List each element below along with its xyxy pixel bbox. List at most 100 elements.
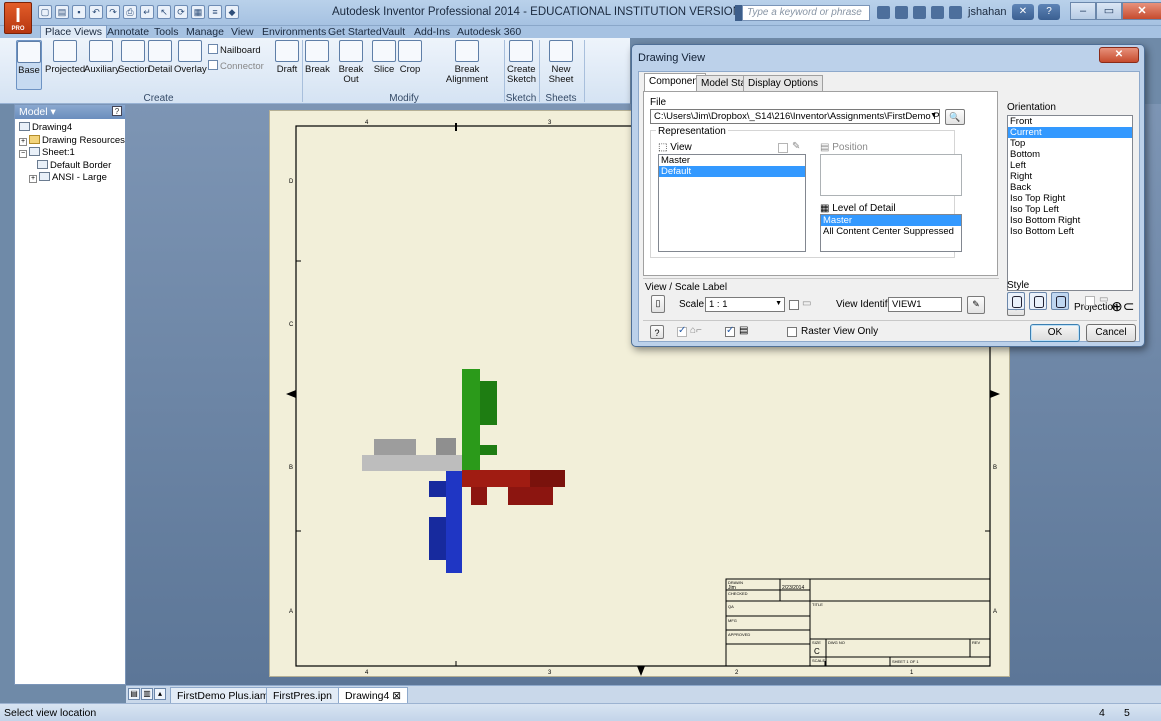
toggle-label-visibility-button[interactable]: ✎ — [967, 296, 985, 314]
redo-icon[interactable]: ↷ — [106, 5, 120, 19]
view-rep-item[interactable]: Master — [659, 155, 805, 166]
orientation-item[interactable]: Bottom — [1008, 149, 1132, 160]
style-shaded-button[interactable] — [1051, 292, 1069, 310]
tab-place-views[interactable]: Place Views — [40, 25, 108, 38]
overlay-button[interactable]: Overlay — [174, 40, 207, 75]
ok-button[interactable]: OK — [1030, 324, 1080, 342]
dropdown-arrow-icon[interactable]: ▼ — [775, 300, 782, 307]
orientation-item[interactable]: Iso Bottom Right — [1008, 215, 1132, 226]
tree-item-drawing4[interactable]: Drawing4 — [15, 122, 125, 135]
select-icon[interactable]: ↖ — [157, 5, 171, 19]
tab-environments[interactable]: Environments — [262, 26, 326, 38]
new-sheet-button[interactable]: New Sheet — [541, 40, 581, 85]
base-button[interactable]: Base — [16, 40, 42, 90]
new-icon[interactable]: ▢ — [38, 5, 52, 19]
user-icon[interactable] — [949, 6, 962, 19]
orientation-item[interactable]: Left — [1008, 160, 1132, 171]
scale-visibility-checkbox[interactable] — [789, 300, 799, 310]
orientation-item[interactable]: Iso Top Right — [1008, 193, 1132, 204]
app-menu-button[interactable]: I PRO — [4, 2, 32, 34]
auxiliary-button[interactable]: Auxiliary — [84, 40, 120, 75]
help-icon[interactable]: ? — [1038, 4, 1060, 20]
orientation-item[interactable]: Front — [1008, 116, 1132, 127]
view-identifier-input[interactable]: VIEW1 — [888, 297, 962, 312]
break-alignment-button[interactable]: Break Alignment — [434, 40, 500, 85]
open-file-button[interactable]: 🔍 — [945, 109, 965, 125]
undo-icon[interactable]: ↶ — [89, 5, 103, 19]
lod-item[interactable]: Master — [821, 215, 961, 226]
browser-header[interactable]: Model ▾ ? — [15, 105, 125, 119]
raster-view-checkbox[interactable] — [787, 327, 797, 337]
tab-tools[interactable]: Tools — [154, 26, 179, 38]
tree-item-default-border[interactable]: Default Border — [15, 159, 125, 173]
return-icon[interactable]: ↵ — [140, 5, 154, 19]
dialog-close-button[interactable]: ✕ — [1099, 47, 1139, 63]
orientation-item[interactable]: Top — [1008, 138, 1132, 149]
search-input[interactable]: Type a keyword or phrase — [742, 5, 870, 21]
tab-autodesk-360[interactable]: Autodesk 360 — [457, 26, 521, 38]
measure-icon[interactable]: ≡ — [208, 5, 222, 19]
tree-item-sheet1[interactable]: − Sheet:1 — [15, 147, 125, 160]
cancel-button[interactable]: Cancel — [1086, 324, 1136, 342]
tab-view[interactable]: View — [231, 26, 254, 38]
edit-view-label-button[interactable]: ▯ — [651, 295, 665, 313]
break-out-button[interactable]: Break Out — [331, 40, 371, 85]
tab-get-started[interactable]: Get Started — [328, 26, 382, 38]
collapse-icon[interactable]: − — [19, 150, 27, 158]
update-icon[interactable]: ⟳ — [174, 5, 188, 19]
expand-icon[interactable]: + — [29, 175, 37, 183]
associative-checkbox[interactable] — [778, 143, 788, 153]
tab-annotate[interactable]: Annotate — [107, 26, 149, 38]
crop-button[interactable]: Crop — [398, 40, 422, 75]
style-hidden-line-button[interactable] — [1007, 292, 1025, 310]
doc-tab-close-icon[interactable]: ⊠ — [392, 690, 401, 702]
scale-combo[interactable]: 1 : 1 ▼ — [705, 297, 785, 312]
style-from-base-checkbox[interactable] — [1085, 296, 1095, 306]
section-button[interactable]: Section — [118, 40, 150, 75]
tab-add-ins[interactable]: Add-Ins — [414, 26, 450, 38]
open-icon[interactable]: ▤ — [55, 5, 69, 19]
tree-item-ansi-large[interactable]: + ANSI - Large — [15, 172, 125, 185]
close-button[interactable]: ✕ — [1122, 2, 1161, 20]
minimize-button[interactable]: – — [1070, 2, 1096, 20]
user-name[interactable]: jshahan — [968, 6, 1007, 18]
view-rep-item[interactable]: Default — [659, 166, 805, 177]
connector-button[interactable]: Connector — [208, 60, 264, 72]
orientation-item[interactable]: Back — [1008, 182, 1132, 193]
orientation-item[interactable]: Current — [1008, 127, 1132, 138]
orientation-item[interactable]: Right — [1008, 171, 1132, 182]
option-checkbox-2[interactable] — [725, 325, 735, 337]
binoculars-icon[interactable] — [877, 6, 890, 19]
dropdown-arrow-icon[interactable]: ▼ — [930, 112, 937, 119]
slice-button[interactable]: Slice — [372, 40, 396, 75]
subscription-icon[interactable] — [895, 6, 908, 19]
style-hidden-line-removed-button[interactable] — [1029, 292, 1047, 310]
orientation-item[interactable]: Iso Bottom Left — [1008, 226, 1132, 237]
file-combo[interactable]: C:\Users\Jim\Dropbox\_S14\216\Inventor\A… — [650, 109, 940, 124]
tab-vault[interactable]: Vault — [382, 26, 405, 38]
position-list[interactable] — [820, 154, 962, 196]
projection-icon[interactable]: ⊕⊂ — [1111, 298, 1134, 315]
browser-help-icon[interactable]: ? — [112, 106, 122, 116]
option-checkbox-1[interactable] — [677, 325, 687, 337]
cascade-icon[interactable]: ▥ — [141, 688, 153, 700]
orientation-item[interactable]: Iso Top Left — [1008, 204, 1132, 215]
expand-icon[interactable]: + — [19, 137, 27, 146]
create-sketch-button[interactable]: Create Sketch — [507, 40, 536, 85]
properties-icon[interactable]: ▦ — [191, 5, 205, 19]
exchange-icon[interactable]: ✕ — [1012, 4, 1034, 20]
print-icon[interactable]: ⎙ — [123, 5, 137, 19]
communication-icon[interactable] — [913, 6, 926, 19]
draft-button[interactable]: Draft — [274, 40, 300, 75]
browser-title[interactable]: Model ▾ — [19, 106, 56, 118]
tab-manage[interactable]: Manage — [186, 26, 224, 38]
detail-button[interactable]: Detail — [148, 40, 172, 75]
projected-button[interactable]: Projected — [45, 40, 85, 75]
lod-item[interactable]: All Content Center Suppressed — [821, 226, 961, 237]
tree-item-drawing-resources[interactable]: + Drawing Resources — [15, 134, 125, 148]
maximize-button[interactable]: ▭ — [1096, 2, 1122, 20]
tab-list-icon[interactable]: ▴ — [154, 688, 166, 700]
tab-display-options[interactable]: Display Options — [743, 75, 824, 91]
break-button[interactable]: Break — [305, 40, 330, 75]
tile-icon[interactable]: ▤ — [128, 688, 140, 700]
